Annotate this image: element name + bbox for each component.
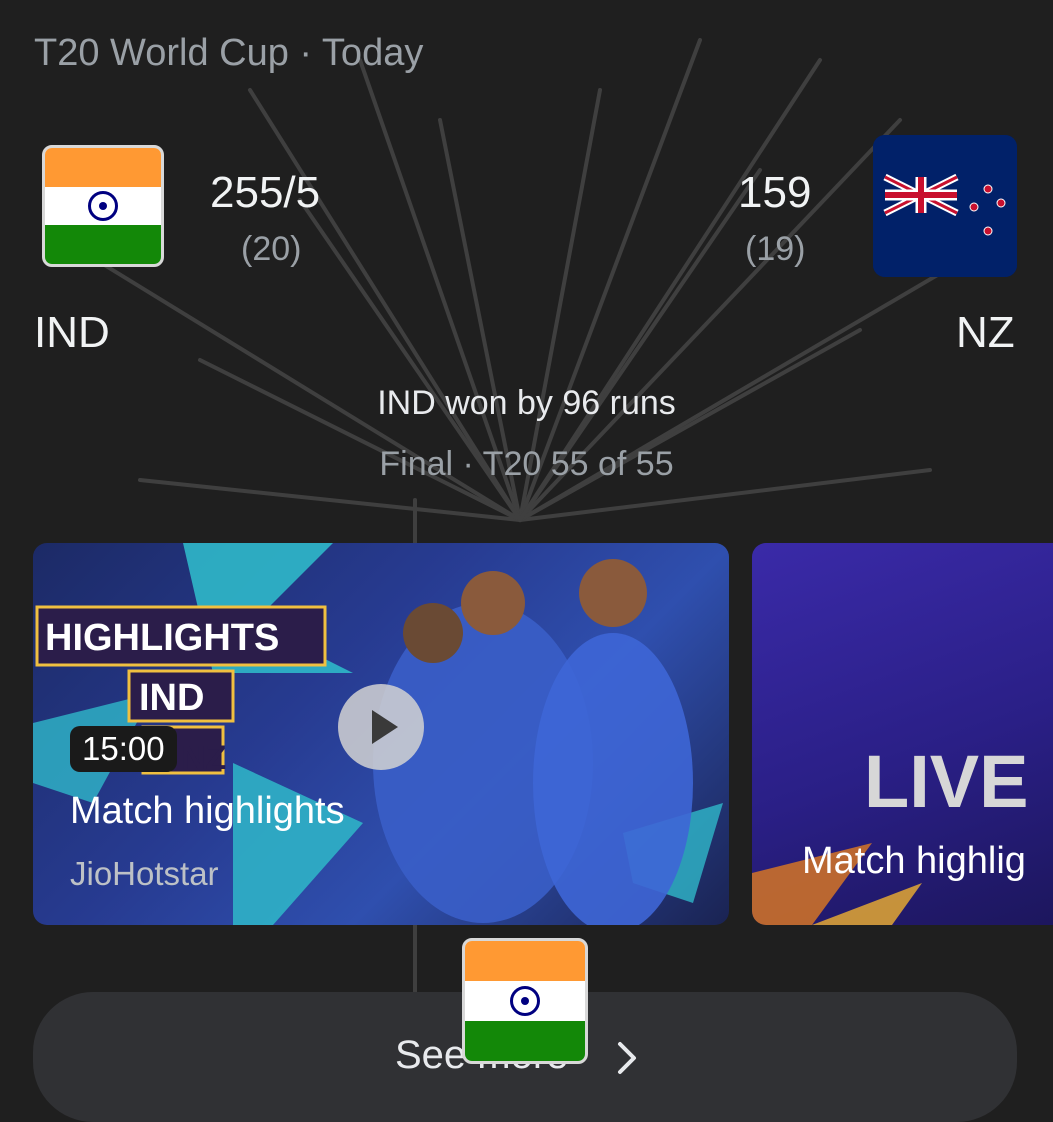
video-source: JioHotstar: [70, 855, 219, 892]
chevron-right-icon: [618, 1042, 636, 1074]
thumb-text-nz: NZ: [181, 739, 227, 777]
away-team-name: NZ: [956, 308, 1015, 357]
away-score: 159: [738, 168, 812, 217]
video-duration-badge: 15:00: [70, 726, 177, 772]
thumb-text-ind: IND: [139, 677, 205, 719]
video-title-2: Match highlig: [802, 840, 1026, 882]
home-score: 255/5: [210, 168, 321, 217]
home-team-name: IND: [34, 308, 110, 357]
home-overs: (20): [241, 230, 302, 268]
thumb-text-live: LIVE: [864, 740, 1029, 823]
new-zealand-flag-icon: [873, 135, 1017, 277]
tournament-header: T20 World Cup · Today: [34, 32, 424, 74]
india-flag-sticker-icon: [462, 938, 588, 1064]
match-result: IND won by 96 runs: [377, 384, 676, 422]
video-title: Match highlights: [70, 790, 345, 832]
away-overs: (19): [745, 230, 806, 268]
thumb-text-highlights: HIGHLIGHTS: [45, 617, 280, 659]
play-icon[interactable]: [338, 684, 424, 770]
india-flag-icon: [42, 145, 164, 267]
match-status: Final · T20 55 of 55: [379, 445, 674, 483]
